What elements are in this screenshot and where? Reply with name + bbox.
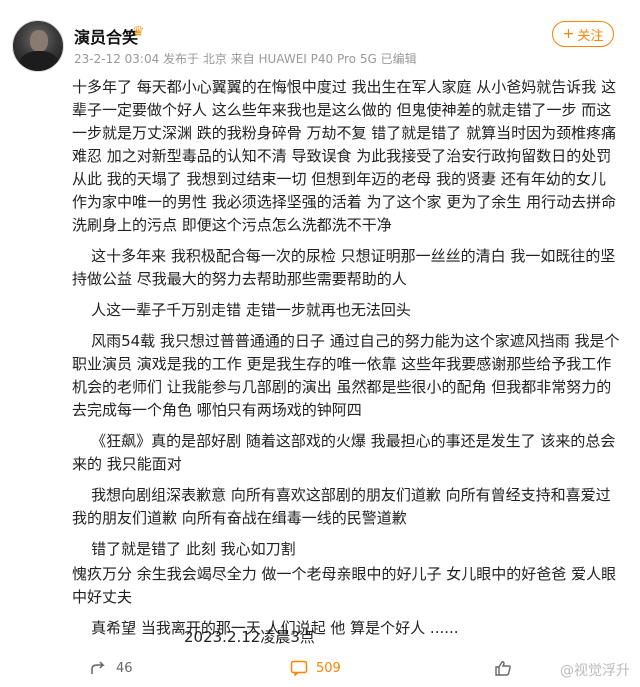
avatar[interactable] <box>12 20 64 72</box>
post-paragraph: 错了就是错了 此刻 我心如刀割 <box>72 540 296 558</box>
username[interactable]: 演员合笑 <box>74 24 138 48</box>
post-paragraph: 这十多年来 我积极配合每一次的尿检 只想证明那一丝丝的清白 我一如既往的坚持做公… <box>72 247 616 288</box>
post-paragraph: 十多年了 每天都小心翼翼的在悔恨中度过 我出生在军人家庭 从小爸妈就告诉我 这辈… <box>72 78 617 234</box>
post-paragraph: 愧疚万分 余生我会竭尽全力 做一个老母亲眼中的好儿子 女儿眼中的好爸爸 爱人眼中… <box>72 565 617 606</box>
comment-icon <box>290 660 308 676</box>
like-button[interactable] <box>494 660 520 676</box>
post-body: 十多年了 每天都小心翼翼的在悔恨中度过 我出生在军人家庭 从小爸妈就告诉我 这辈… <box>72 76 620 640</box>
crown-icon: ♛ <box>132 24 145 40</box>
post-paragraph: 人这一辈子千万别走错 走错一步就再也无法回头 <box>72 301 411 319</box>
post-paragraph: 风雨54载 我只想过普普通通的日子 通过自己的努力能为这个家遮风挡雨 我是个职业… <box>72 332 620 419</box>
forward-button[interactable]: 46 <box>90 660 133 676</box>
post-paragraph: 《狂飙》真的是部好剧 随着这部戏的火爆 我最担心的事还是发生了 该来的总会来的 … <box>72 432 616 473</box>
avatar-face <box>30 30 48 52</box>
post-paragraph: 我想向剧组深表歉意 向所有喜欢这部剧的朋友们道歉 向所有曾经支持和喜爱过我的朋友… <box>72 486 611 527</box>
forward-icon <box>91 661 105 674</box>
comment-button[interactable]: 509 <box>290 660 341 676</box>
post-meta: 23-2-12 03:04 发布于 北京 来自 HUAWEI P40 Pro 5… <box>74 52 417 66</box>
post-header: 演员合笑 ♛ 23-2-12 03:04 发布于 北京 来自 HUAWEI P4… <box>0 0 640 72</box>
watermark: @视觉浮升 <box>560 663 630 679</box>
comment-count: 509 <box>316 660 341 676</box>
forward-count: 46 <box>116 660 133 676</box>
follow-label: 关注 <box>577 28 604 44</box>
thumbs-up-icon <box>495 661 511 676</box>
post-signature: 2023.2.12凌晨3点 <box>184 628 315 646</box>
follow-button[interactable]: + 关注 <box>552 21 614 47</box>
post-paragraph: 真希望 当我离开的那一天 人们说起 他 算是个好人 ...... <box>72 619 459 637</box>
plus-icon: + <box>562 26 575 42</box>
avatar-body <box>19 51 59 71</box>
action-bar: 46 509 @视觉浮升 <box>0 652 640 687</box>
